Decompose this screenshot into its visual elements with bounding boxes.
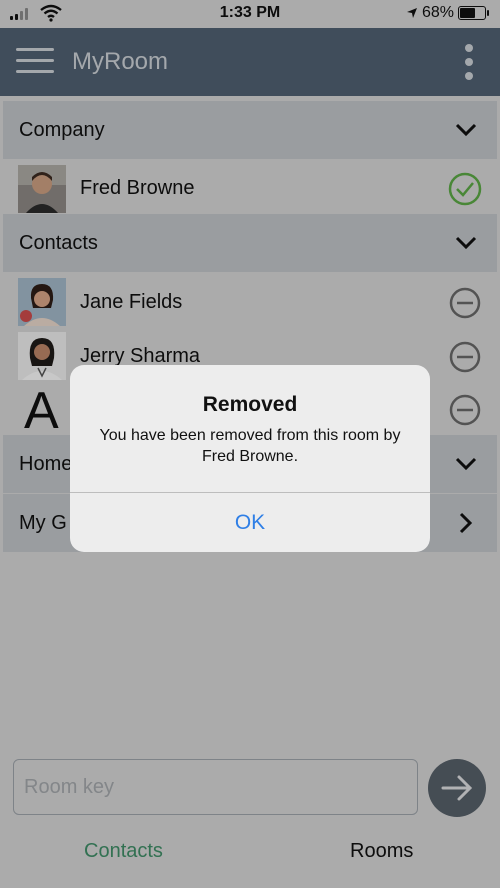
removed-alert-dialog: Removed You have been removed from this … (70, 365, 430, 552)
alert-ok-button[interactable]: OK (70, 493, 430, 552)
alert-message: You have been removed from this room by … (99, 427, 401, 465)
alert-title: Removed (202, 393, 298, 416)
